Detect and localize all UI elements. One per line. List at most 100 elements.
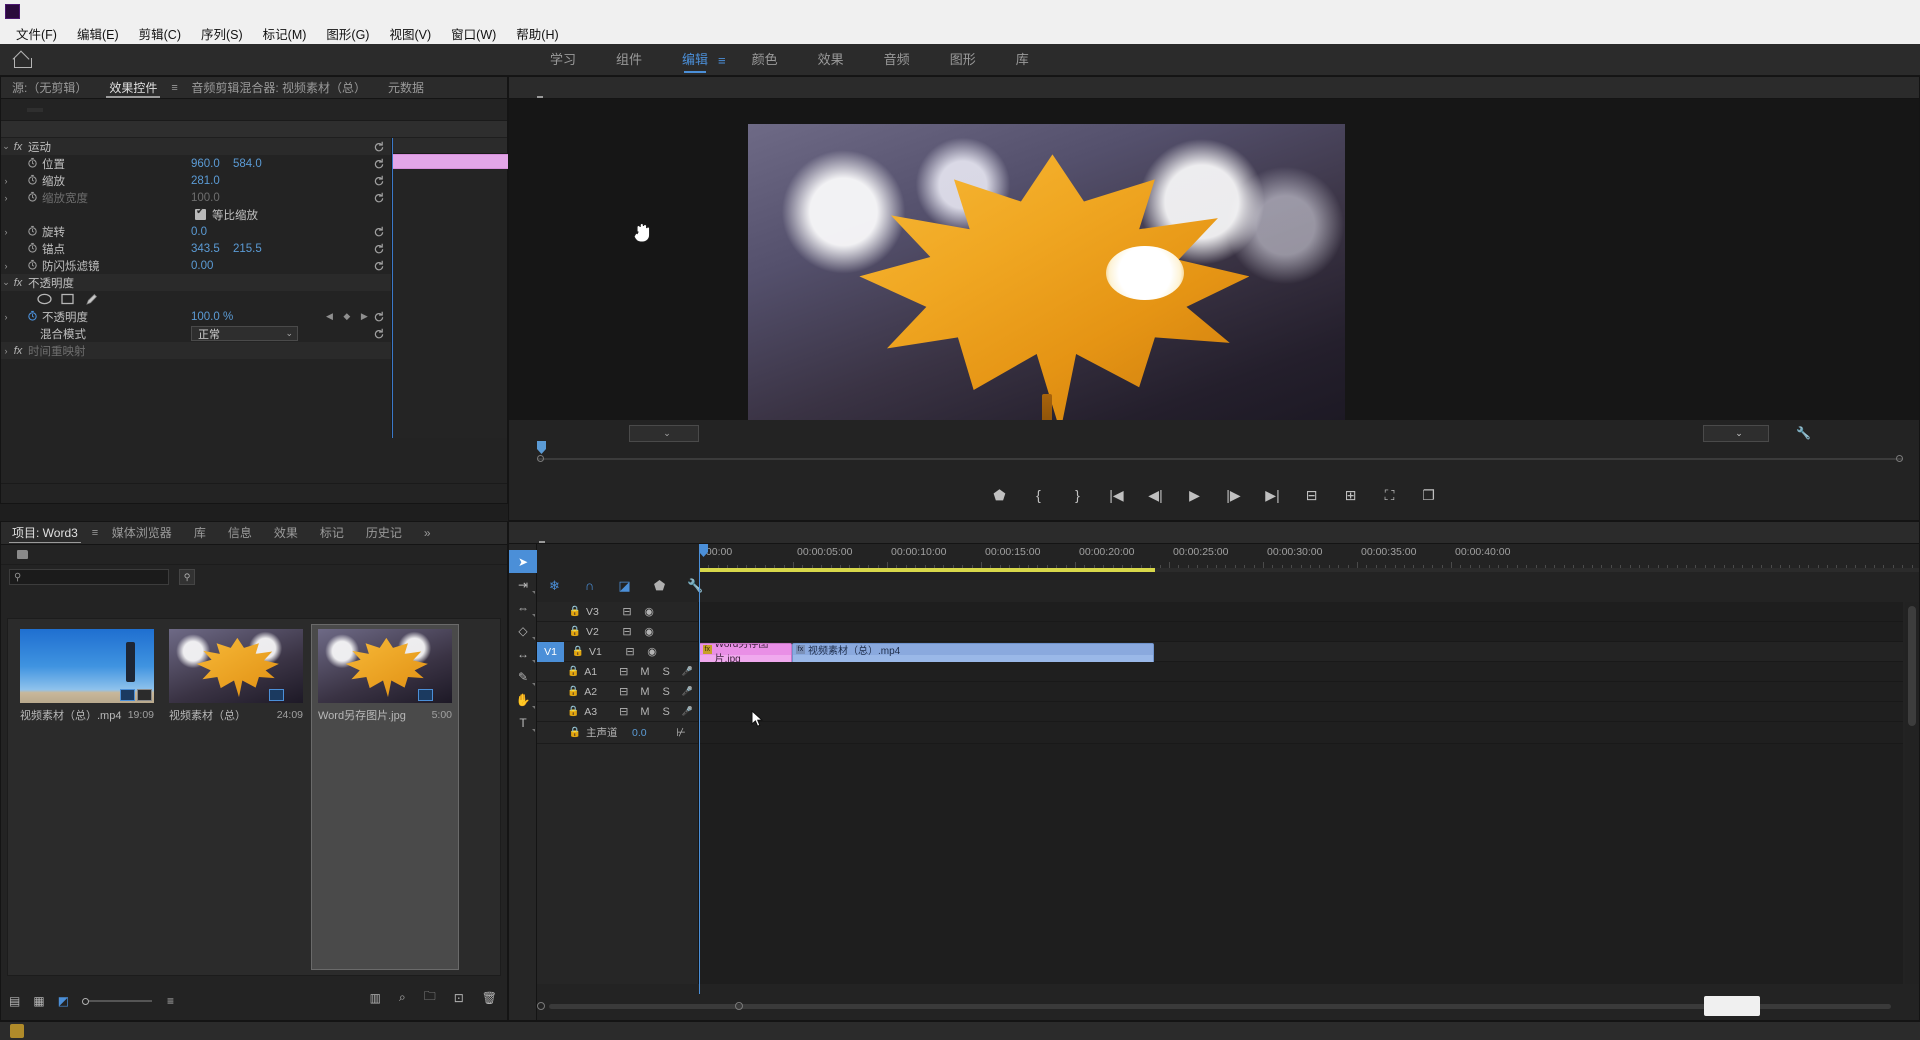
track-header-A1[interactable]: 🔒A1⊟MS🎤 xyxy=(537,662,698,682)
insert-overwrite-icon[interactable]: ❄ xyxy=(547,578,562,593)
effect-row-6[interactable]: 锚点343.5215.5 xyxy=(1,240,391,257)
project-tab-0[interactable]: 项目: Word3 xyxy=(1,522,89,544)
linked-selection-icon[interactable]: ◪ xyxy=(617,578,632,593)
panel-menu-icon[interactable]: ≡ xyxy=(171,82,180,94)
workspace-tab-6[interactable]: 图形 xyxy=(930,44,996,76)
track-lock-icon[interactable]: 🔒 xyxy=(563,706,584,717)
blend-mode-select[interactable]: 正常⌄ xyxy=(191,326,298,341)
timeline-ruler[interactable]: :00:0000:00:05:0000:00:10:0000:00:15:000… xyxy=(699,544,1919,568)
workspace-tab-0[interactable]: 学习 xyxy=(530,44,596,76)
workspace-tab-1[interactable]: 组件 xyxy=(596,44,662,76)
step-forward-button[interactable]: |▶ xyxy=(1225,487,1243,504)
program-monitor-stage[interactable] xyxy=(509,99,1919,420)
program-monitor-scrubbar[interactable] xyxy=(537,453,1903,465)
track-lock-icon[interactable]: 🔒 xyxy=(563,666,584,677)
reset-button[interactable] xyxy=(373,175,385,187)
property-value-1[interactable]: 0.0 xyxy=(191,226,207,238)
reset-button[interactable] xyxy=(373,226,385,238)
workspace-tab-2[interactable]: 编辑 xyxy=(662,44,728,76)
effect-row-1[interactable]: 位置960.0584.0 xyxy=(1,155,391,172)
property-value-2[interactable]: 215.5 xyxy=(233,243,262,255)
property-value-1[interactable]: 100.0 xyxy=(191,192,220,204)
reset-button[interactable] xyxy=(373,141,385,153)
effect-row-0[interactable]: ⌄fx运动 xyxy=(1,138,391,155)
panel-menu-icon[interactable]: ≡ xyxy=(92,527,101,539)
workspace-tab-4[interactable]: 效果 xyxy=(798,44,864,76)
track-lock-icon[interactable]: 🔒 xyxy=(563,686,584,697)
zoom-level-select[interactable]: ⌄ xyxy=(629,425,699,442)
menu-0[interactable]: 文件(F) xyxy=(6,22,67,45)
track-header-V1[interactable]: V1🔒V1⊟◉ xyxy=(537,642,698,662)
bin-item-1[interactable]: 视频素材（总）24:09 xyxy=(163,625,309,969)
project-tab-3[interactable]: 信息 xyxy=(217,522,263,544)
toggle-animation-stopwatch[interactable] xyxy=(25,191,39,205)
workspace-overflow-button[interactable] xyxy=(1020,44,1048,76)
settings-wrench-icon[interactable]: 🔧 xyxy=(1796,426,1811,440)
toggle-animation-stopwatch[interactable] xyxy=(25,174,39,188)
bin-item-0[interactable]: 视频素材（总）.mp419:09 xyxy=(14,625,160,969)
timeline-work-area-bar[interactable] xyxy=(699,568,1919,572)
bin-item-2[interactable]: Word另存图片.jpg5:00 xyxy=(312,625,458,969)
property-value-1[interactable]: 100.0 % xyxy=(191,311,233,323)
track-lanes[interactable]: fxWord另存图片.jpgfx视频素材（总）.mp4 xyxy=(699,602,1903,984)
effect-controls-tab-0[interactable]: 源:（无剪辑） xyxy=(1,77,98,99)
add-marker-button[interactable]: ⬟ xyxy=(991,487,1009,504)
track-eye-icon[interactable]: ◉ xyxy=(638,625,660,638)
track-mute-button[interactable]: M xyxy=(634,706,655,718)
slip-tool[interactable]: ↔ xyxy=(509,642,537,665)
track-lane-V2[interactable] xyxy=(699,622,1903,642)
vscroll-thumb[interactable] xyxy=(1908,606,1916,726)
zoom-slider[interactable] xyxy=(82,996,154,1006)
mark-out-button[interactable]: } xyxy=(1069,487,1087,503)
reset-button[interactable] xyxy=(373,311,385,323)
master-meter-icon[interactable]: ⊬ xyxy=(670,726,692,739)
twirl-icon[interactable]: › xyxy=(1,193,11,203)
comparison-view-button[interactable]: ❐ xyxy=(1420,487,1438,504)
tab-program-monitor[interactable] xyxy=(529,77,551,99)
track-record-icon[interactable]: 🎤 xyxy=(677,686,698,697)
property-value-2[interactable]: 584.0 xyxy=(233,158,262,170)
track-target-V1[interactable]: V1 xyxy=(537,642,564,662)
extract-button[interactable]: ⊞ xyxy=(1342,487,1360,504)
track-select-forward-tool[interactable]: ⇥ xyxy=(509,573,537,596)
twirl-icon[interactable]: › xyxy=(1,346,11,356)
sequence-clip-label[interactable] xyxy=(27,108,43,112)
reset-button[interactable] xyxy=(373,243,385,255)
track-header-A3[interactable]: 🔒A3⊟MS🎤 xyxy=(537,702,698,722)
rect-mask-icon[interactable] xyxy=(61,293,76,306)
list-view-button[interactable]: ▤ xyxy=(9,994,20,1008)
go-to-in-button[interactable]: |◀ xyxy=(1108,487,1126,504)
effect-row-10[interactable]: ›不透明度100.0 %◀ ◆ ▶ xyxy=(1,308,391,325)
export-frame-button[interactable]: ⛶ xyxy=(1381,487,1399,504)
twirl-icon[interactable]: › xyxy=(1,227,11,237)
track-lane-A1[interactable] xyxy=(699,662,1903,682)
selection-tool[interactable]: ➤ xyxy=(509,550,537,573)
filter-bin-content-button[interactable]: ⚲ xyxy=(179,569,195,585)
scrubbar-right-handle[interactable] xyxy=(1896,455,1903,462)
project-bin-grid[interactable]: 视频素材（总）.mp419:09视频素材（总）24:09Word另存图片.jpg… xyxy=(7,618,501,976)
track-sync-lock-icon[interactable]: ⊟ xyxy=(613,665,634,678)
uniform-scale-checkbox[interactable] xyxy=(195,209,206,220)
project-tabs-overflow[interactable]: » xyxy=(413,522,442,544)
new-bin-button[interactable]: ▥ xyxy=(370,991,381,1005)
effect-controls-playhead[interactable] xyxy=(392,138,393,438)
menu-8[interactable]: 帮助(H) xyxy=(506,22,568,45)
track-sync-lock-icon[interactable]: ⊟ xyxy=(616,605,638,618)
track-sync-lock-icon[interactable]: ⊟ xyxy=(613,705,634,718)
effect-row-3[interactable]: ›缩放宽度100.0 xyxy=(1,189,391,206)
ellipse-mask-icon[interactable] xyxy=(37,293,52,306)
workspace-tab-3[interactable]: 颜色 xyxy=(732,44,798,76)
maximize-button[interactable] xyxy=(1828,0,1874,22)
property-value-1[interactable]: 0.00 xyxy=(191,260,213,272)
twirl-icon[interactable]: › xyxy=(1,312,11,322)
workspace-tab-5[interactable]: 音频 xyxy=(864,44,930,76)
reset-button[interactable] xyxy=(373,158,385,170)
snap-icon[interactable]: ∩ xyxy=(582,578,597,593)
effect-controls-clip-bar-graphic[interactable] xyxy=(392,154,510,169)
property-value-1[interactable]: 343.5 xyxy=(191,243,220,255)
track-lane-V1[interactable]: fxWord另存图片.jpgfx视频素材（总）.mp4 xyxy=(699,642,1903,662)
search-field[interactable] xyxy=(25,571,155,583)
add-marker-icon[interactable]: ⬟ xyxy=(652,578,667,593)
menu-7[interactable]: 窗口(W) xyxy=(441,22,506,45)
delete-button[interactable]: 🗑 xyxy=(482,991,497,1005)
